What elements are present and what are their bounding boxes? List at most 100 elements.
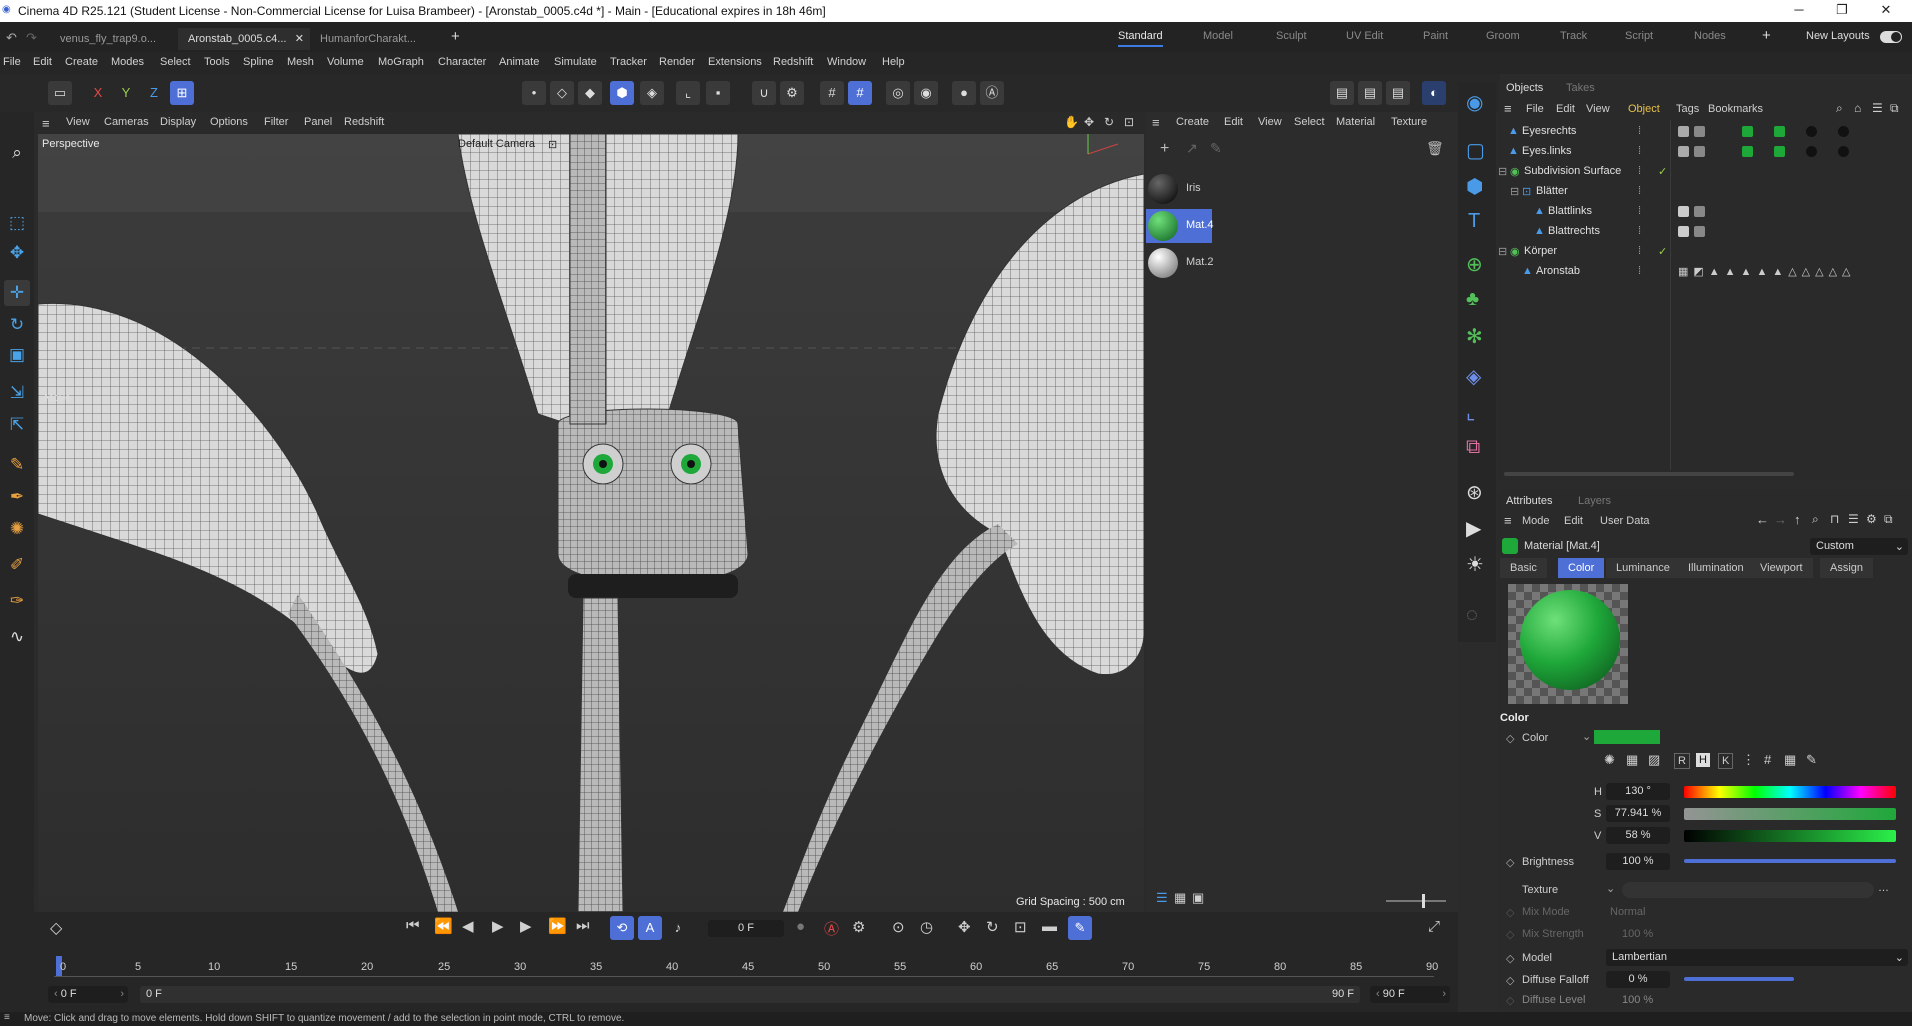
- render-view-icon[interactable]: ▤: [1330, 81, 1354, 105]
- material-tag-icon[interactable]: [1838, 126, 1849, 137]
- timeline-expand-icon[interactable]: ⤢: [1428, 918, 1440, 935]
- obj-menu-edit[interactable]: Edit: [1556, 103, 1575, 115]
- link-material-icon[interactable]: ↗: [1186, 140, 1198, 157]
- subtab-luminance[interactable]: Luminance: [1606, 558, 1680, 578]
- prev-key-icon[interactable]: ⏪: [434, 917, 453, 935]
- new-tab-button[interactable]: +: [451, 28, 460, 45]
- move-view-icon[interactable]: ✥: [1084, 115, 1094, 129]
- generator-icon[interactable]: ⊕: [1466, 252, 1483, 277]
- move-tool-icon[interactable]: ✛: [4, 280, 30, 306]
- search-icon[interactable]: ⌕: [1812, 512, 1819, 527]
- material-menu-icon[interactable]: ≡: [1152, 115, 1160, 130]
- mat-menu-material[interactable]: Material: [1336, 116, 1375, 128]
- mode-rgb[interactable]: R: [1674, 753, 1690, 769]
- workplane-icon[interactable]: ◎: [886, 81, 910, 105]
- tag-icon[interactable]: [1694, 146, 1705, 157]
- material-tag-icon[interactable]: [1774, 146, 1785, 157]
- vp-menu-view[interactable]: View: [66, 116, 90, 128]
- brightness-field[interactable]: 100 %: [1606, 853, 1670, 870]
- camera-label[interactable]: Default Camera: [458, 138, 535, 150]
- prev-frame-icon[interactable]: ◀: [462, 917, 474, 935]
- pen-icon[interactable]: ✒: [4, 484, 30, 510]
- viewport-menu-icon[interactable]: ≡: [42, 116, 50, 131]
- vp-menu-options[interactable]: Options: [210, 116, 248, 128]
- menu-help[interactable]: Help: [882, 56, 905, 68]
- forward-arrow-icon[interactable]: →: [1774, 512, 1787, 527]
- visibility-icon[interactable]: ⁞: [1638, 205, 1641, 217]
- render-settings-icon[interactable]: ▤: [1386, 81, 1410, 105]
- pick-material-icon[interactable]: ✎: [1210, 140, 1222, 157]
- playback-rate-icon[interactable]: A: [638, 916, 662, 940]
- vp-menu-cameras[interactable]: Cameras: [104, 116, 149, 128]
- chevron-down-icon[interactable]: ⌄: [1606, 882, 1615, 895]
- settings-icon[interactable]: ⚙: [1866, 512, 1877, 526]
- effector-icon[interactable]: ✻: [1466, 324, 1483, 349]
- transfer-icon[interactable]: ⇲: [4, 380, 30, 406]
- delete-material-icon[interactable]: 🗑: [1426, 140, 1444, 157]
- add-layout-button[interactable]: +: [1762, 27, 1771, 44]
- mat-menu-view[interactable]: View: [1258, 116, 1282, 128]
- material-tag-icon[interactable]: [1742, 126, 1753, 137]
- minimize-button[interactable]: ─: [1779, 2, 1819, 20]
- visibility-icon[interactable]: ⁞: [1638, 125, 1641, 137]
- edges-mode-icon[interactable]: ◇: [550, 81, 574, 105]
- key-settings-icon[interactable]: ⚙: [852, 918, 865, 936]
- list-view-icon[interactable]: ☰: [1156, 890, 1168, 906]
- menu-extensions[interactable]: Extensions: [708, 56, 762, 68]
- tag-icon[interactable]: [1694, 226, 1705, 237]
- script-icon[interactable]: ◌: [1466, 604, 1478, 627]
- add-material-icon[interactable]: +: [1160, 140, 1169, 158]
- material-tag-icon[interactable]: [1838, 146, 1849, 157]
- obj-menu-view[interactable]: View: [1586, 103, 1610, 115]
- tab-layers[interactable]: Layers: [1578, 495, 1611, 507]
- enabled-check-icon[interactable]: ✓: [1658, 245, 1667, 258]
- selection-icon[interactable]: ⬚: [4, 210, 30, 236]
- menu-create[interactable]: Create: [65, 56, 98, 68]
- go-to-end-icon[interactable]: ⏭: [576, 917, 590, 934]
- camera-icon[interactable]: ⊡: [548, 138, 557, 151]
- model-dropdown[interactable]: Lambertian ⌄: [1606, 949, 1908, 966]
- diffuse-falloff-slider[interactable]: [1684, 977, 1794, 981]
- material-tag-icon[interactable]: [1742, 146, 1753, 157]
- material-item-iris[interactable]: Iris: [1146, 172, 1246, 206]
- new-window-icon[interactable]: ⧉: [1884, 512, 1893, 527]
- pan-icon[interactable]: ✋: [1064, 115, 1079, 129]
- visibility-icon[interactable]: ⁞: [1638, 265, 1641, 277]
- spline-object-icon[interactable]: ▢: [1466, 138, 1485, 163]
- tab-attributes[interactable]: Attributes: [1506, 495, 1552, 507]
- object-row-blaetter[interactable]: ⊟ ⊡ Blätter ⁞: [1498, 182, 1912, 202]
- expand-icon[interactable]: ⊟: [1498, 245, 1507, 258]
- render-picture-icon[interactable]: ▤: [1358, 81, 1382, 105]
- mat-menu-select[interactable]: Select: [1294, 116, 1325, 128]
- record-off-icon[interactable]: ●: [796, 918, 805, 935]
- grid-view-icon[interactable]: ▦: [1174, 890, 1186, 906]
- auto-key-icon[interactable]: Ⓐ: [824, 918, 839, 939]
- eyedropper-icon[interactable]: ✎: [1806, 752, 1817, 768]
- auto-key-icon[interactable]: Ⓐ: [980, 81, 1004, 105]
- menu-window[interactable]: Window: [827, 56, 866, 68]
- viewport-solo-icon[interactable]: ●: [952, 81, 976, 105]
- layout-groom[interactable]: Groom: [1486, 30, 1520, 42]
- material-item-mat4[interactable]: Mat.4: [1146, 209, 1214, 243]
- visibility-icon[interactable]: ⁞: [1638, 225, 1641, 237]
- maximize-button[interactable]: ❐: [1822, 2, 1862, 20]
- layout-script[interactable]: Script: [1625, 30, 1653, 42]
- light-icon[interactable]: ☀: [1466, 552, 1484, 577]
- undo-icon[interactable]: ↶: [6, 30, 17, 46]
- vp-menu-display[interactable]: Display: [160, 116, 196, 128]
- sound-icon[interactable]: ♪: [666, 916, 690, 940]
- redo-icon[interactable]: ↷: [26, 30, 37, 46]
- color-swatch[interactable]: [1594, 730, 1660, 744]
- key-rotation-icon[interactable]: ↻: [986, 918, 999, 936]
- visibility-icon[interactable]: ⁞: [1638, 165, 1641, 177]
- layout-nodes[interactable]: Nodes: [1694, 30, 1726, 42]
- model-mode-icon[interactable]: ▭: [48, 81, 72, 105]
- rotate-tool-icon[interactable]: ↻: [4, 312, 30, 338]
- end-frame-field[interactable]: ‹ 90 F ›: [1370, 986, 1450, 1003]
- menu-tools[interactable]: Tools: [204, 56, 230, 68]
- subtab-viewport[interactable]: Viewport: [1750, 558, 1813, 578]
- menu-mesh[interactable]: Mesh: [287, 56, 314, 68]
- camera-object-icon[interactable]: ▶: [1466, 516, 1481, 541]
- object-row-eyes-links[interactable]: ▲ Eyes.links ⁞: [1498, 142, 1912, 162]
- s-field[interactable]: 77.941 %: [1606, 805, 1670, 822]
